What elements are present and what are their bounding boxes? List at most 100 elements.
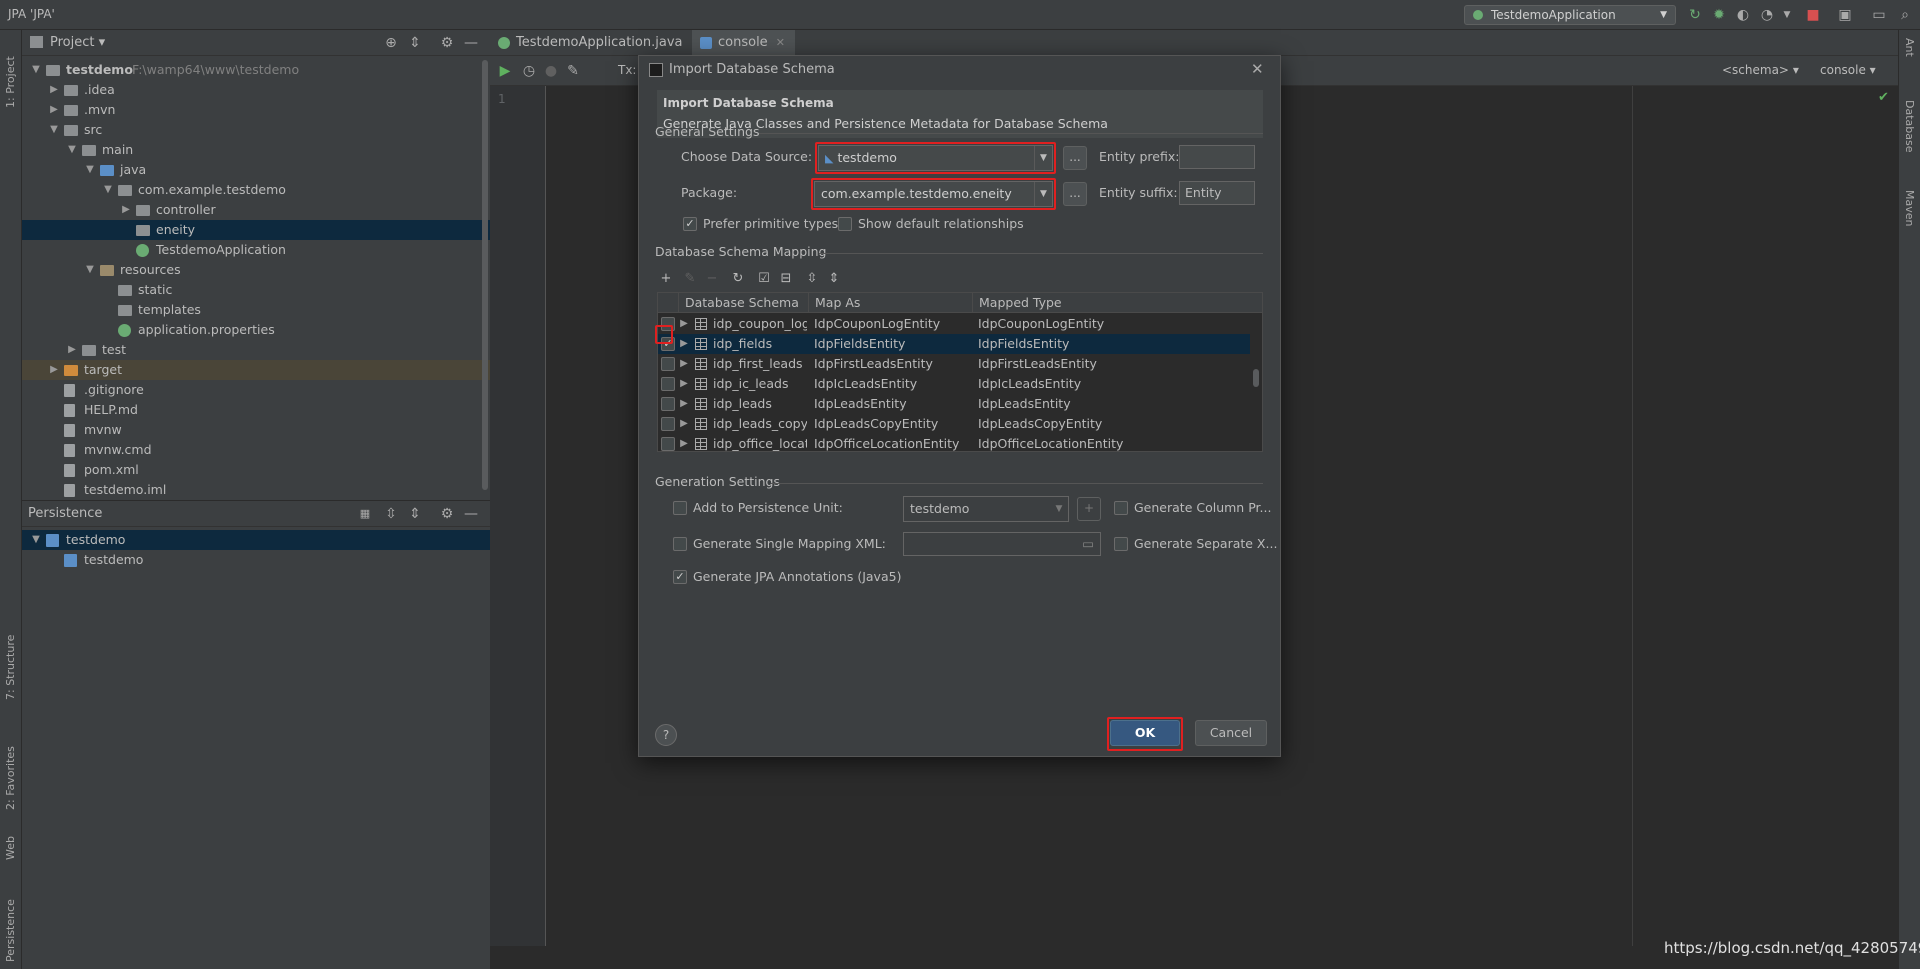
project-tree-item[interactable]: HELP.md <box>22 400 490 420</box>
col-mapped-type[interactable]: Mapped Type <box>972 293 1262 313</box>
collapse-all-icon[interactable]: ⇕ <box>406 34 424 52</box>
tool-tab-structure[interactable]: 7: Structure <box>4 620 17 700</box>
gen-separate-checkbox[interactable] <box>1114 537 1128 551</box>
chevron-right-icon[interactable]: ▶ <box>48 360 60 380</box>
show-default-rel-checkbox[interactable] <box>838 217 852 231</box>
profile-icon[interactable]: ◔ <box>1758 6 1776 24</box>
collapse-all-icon-2[interactable]: ⇕ <box>406 505 424 523</box>
entity-prefix-input[interactable] <box>1179 145 1255 169</box>
tool-tab-ant[interactable]: Ant <box>1903 38 1916 78</box>
close-icon[interactable]: ✕ <box>1251 60 1264 78</box>
entity-suffix-input[interactable]: Entity <box>1179 181 1255 205</box>
uncheck-all-icon[interactable]: ⊟ <box>777 270 795 288</box>
chevron-right-icon[interactable]: ▶ <box>48 100 60 120</box>
hide-icon[interactable]: — <box>462 34 480 52</box>
gen-column-props-checkbox[interactable] <box>1114 501 1128 515</box>
help-button[interactable]: ? <box>655 724 677 746</box>
expand-all-icon[interactable]: ⇳ <box>803 270 821 288</box>
persistence-tree-item[interactable]: ▼ testdemo <box>22 530 490 550</box>
project-structure-icon[interactable]: ▣ <box>1836 6 1854 24</box>
project-view-select[interactable]: Project ▾ <box>50 35 105 50</box>
col-map-as[interactable]: Map As <box>808 293 972 313</box>
cell-map-as[interactable]: IdpIcLeadsEntity <box>814 374 972 394</box>
chevron-right-icon[interactable]: ▶ <box>678 354 690 374</box>
coverage-icon[interactable]: ◐ <box>1734 6 1752 24</box>
cell-map-as[interactable]: IdpFieldsEntity <box>814 334 972 354</box>
chevron-right-icon[interactable]: ▶ <box>678 314 690 334</box>
gear-icon[interactable]: ⚙ <box>438 34 456 52</box>
cell-map-as[interactable]: IdpOfficeLocationEntity <box>814 434 972 451</box>
project-tree-item[interactable]: eneity <box>22 220 490 240</box>
prefer-primitive-checkbox[interactable]: ✓ <box>683 217 697 231</box>
project-tree-item[interactable]: mvnw.cmd <box>22 440 490 460</box>
tool-tab-favorites[interactable]: 2: Favorites <box>4 720 17 810</box>
project-tree-item[interactable]: ▶ .idea <box>22 80 490 100</box>
console-select[interactable]: console ▾ <box>1820 63 1876 77</box>
cell-mapped-type[interactable]: IdpCouponLogEntity <box>978 314 1248 334</box>
project-tree-item[interactable]: ▼ resources <box>22 260 490 280</box>
tab-console[interactable]: console ✕ <box>692 30 795 56</box>
cancel-button[interactable]: Cancel <box>1195 720 1267 746</box>
data-source-select[interactable]: ◣ testdemo ▼ <box>818 145 1053 171</box>
chevron-down-icon[interactable]: ▼ <box>66 140 78 160</box>
chevron-right-icon[interactable]: ▶ <box>678 434 690 451</box>
project-tree-item[interactable]: ▼ main <box>22 140 490 160</box>
row-checkbox[interactable] <box>661 417 675 431</box>
tool-tab-project[interactable]: 1: Project <box>4 38 17 108</box>
project-tree-item[interactable]: ▶ test <box>22 340 490 360</box>
package-select[interactable]: com.example.testdemo.eneity ▼ <box>814 181 1053 207</box>
cell-mapped-type[interactable]: IdpFieldsEntity <box>978 334 1248 354</box>
search-everywhere-icon[interactable]: ⌕ <box>1896 6 1914 24</box>
chevron-down-icon[interactable]: ▼ <box>84 260 96 280</box>
cell-map-as[interactable]: IdpFirstLeadsEntity <box>814 354 972 374</box>
project-tree-item[interactable]: pom.xml <box>22 460 490 480</box>
persistence-unit-select[interactable]: testdemo ▼ <box>903 496 1069 522</box>
refresh-icon[interactable]: ↻ <box>729 270 747 288</box>
chevron-down-icon[interactable]: ▼ <box>30 530 42 550</box>
table-row[interactable]: ✓ ▶ idp_fields IdpFieldsEntity IdpFieldsEnti… <box>658 334 1250 354</box>
tab-testdemo-application[interactable]: TestdemoApplication.java <box>490 30 692 56</box>
cell-map-as[interactable]: IdpLeadsCopyEntity <box>814 414 972 434</box>
project-tree-item[interactable]: TestdemoApplication <box>22 240 490 260</box>
collapse-all-icon[interactable]: ⇕ <box>825 270 843 288</box>
execute-icon[interactable]: ▶ <box>496 62 514 80</box>
project-tree-item[interactable]: ▶ .mvn <box>22 100 490 120</box>
row-checkbox[interactable] <box>661 377 675 391</box>
add-persistence-unit-button[interactable]: + <box>1077 497 1101 521</box>
schema-select[interactable]: <schema> ▾ <box>1722 63 1799 77</box>
row-checkbox[interactable] <box>661 437 675 451</box>
chevron-right-icon[interactable]: ▶ <box>678 394 690 414</box>
remove-icon[interactable]: − <box>703 270 721 288</box>
table-scrollbar-thumb[interactable] <box>1253 369 1259 387</box>
rerun-icon[interactable]: ↻ <box>1686 6 1704 24</box>
single-xml-path-input[interactable]: ▭ <box>903 532 1101 556</box>
project-tree-item[interactable]: ▶ target <box>22 360 490 380</box>
chevron-right-icon[interactable]: ▶ <box>678 334 690 354</box>
more-run-chevron-icon[interactable]: ▼ <box>1778 6 1796 24</box>
chevron-down-icon[interactable]: ▼ <box>84 160 96 180</box>
check-all-icon[interactable]: ☑ <box>755 270 773 288</box>
expand-all-icon[interactable]: ⇳ <box>382 505 400 523</box>
cell-mapped-type[interactable]: IdpLeadsEntity <box>978 394 1248 414</box>
tool-tab-database[interactable]: Database <box>1903 100 1916 170</box>
add-persistence-checkbox[interactable] <box>673 501 687 515</box>
gen-jpa-checkbox[interactable]: ✓ <box>673 570 687 584</box>
table-row[interactable]: ▶ idp_office_locatio IdpOfficeLocationEnti… <box>658 434 1250 451</box>
settings-wrench-icon[interactable]: ✎ <box>564 62 582 80</box>
chevron-right-icon[interactable]: ▶ <box>66 340 78 360</box>
gen-single-xml-checkbox[interactable] <box>673 537 687 551</box>
cancel-query-icon[interactable]: ● <box>542 62 560 80</box>
chevron-right-icon[interactable]: ▶ <box>678 414 690 434</box>
ok-button[interactable]: OK <box>1110 720 1180 746</box>
project-tree-item[interactable]: ▼ com.example.testdemo <box>22 180 490 200</box>
chevron-right-icon[interactable]: ▶ <box>120 200 132 220</box>
gear-icon-2[interactable]: ⚙ <box>438 505 456 523</box>
window-layout-icon[interactable]: ▭ <box>1870 6 1888 24</box>
hide-icon-2[interactable]: — <box>462 505 480 523</box>
stop-icon[interactable]: ■ <box>1804 6 1822 24</box>
project-tree-item[interactable]: templates <box>22 300 490 320</box>
table-row[interactable]: ▶ idp_ic_leads IdpIcLeadsEntity IdpIcLeadsE… <box>658 374 1250 394</box>
locate-icon[interactable]: ⊕ <box>382 34 400 52</box>
table-row[interactable]: ▶ idp_leads_copy IdpLeadsCopyEntity IdpLead… <box>658 414 1250 434</box>
row-checkbox[interactable] <box>661 357 675 371</box>
